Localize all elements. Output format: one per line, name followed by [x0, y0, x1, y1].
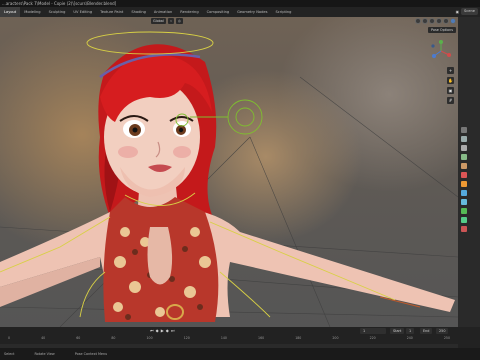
pan-hand-icon[interactable]: ✋ — [447, 77, 454, 84]
view-layer-icon[interactable] — [461, 154, 467, 160]
start-frame-field[interactable]: 1 — [406, 328, 415, 334]
properties-tabs — [461, 127, 467, 232]
tab-sculpting[interactable]: Sculpting — [45, 7, 70, 17]
status-bar: Select Rotate View Pose Context Menu — [0, 348, 480, 360]
tab-scripting[interactable]: Scripting — [271, 7, 295, 17]
ruler-tick: 250 — [443, 336, 450, 340]
tab-rendering[interactable]: Rendering — [176, 7, 202, 17]
current-frame-field[interactable]: 1 — [360, 328, 386, 334]
character-render — [0, 31, 458, 327]
navigation-gizmo[interactable] — [430, 40, 452, 62]
ruler-tick: 220 — [369, 336, 376, 340]
orientation-dropdown[interactable]: Global — [151, 18, 166, 24]
output-icon[interactable] — [461, 145, 467, 151]
scene-icon: ▣ — [455, 9, 460, 14]
ruler-tick: 40 — [41, 336, 46, 340]
ruler-tick: 180 — [295, 336, 302, 340]
constraint-icon[interactable] — [461, 208, 467, 214]
ruler-tick: 120 — [183, 336, 190, 340]
proportional-icon[interactable]: ◎ — [175, 18, 183, 24]
tab-shading[interactable]: Shading — [127, 7, 150, 17]
camera-icon[interactable]: ▣ — [447, 87, 454, 94]
keyframe-next-icon[interactable]: ◆ — [166, 328, 169, 333]
solid-shading-icon[interactable] — [436, 18, 442, 24]
physics-icon[interactable] — [461, 199, 467, 205]
status-context-menu: Pose Context Menu — [74, 352, 108, 356]
object-icon[interactable] — [461, 181, 467, 187]
play-icon[interactable]: ▶ — [161, 328, 164, 333]
xray-icon[interactable] — [422, 18, 428, 24]
render-icon[interactable] — [461, 136, 467, 142]
ruler-tick: 80 — [111, 336, 116, 340]
keyframe-prev-icon[interactable]: ◆ — [156, 328, 159, 333]
end-frame-label: End — [420, 328, 433, 334]
status-select: Select — [4, 352, 15, 356]
jump-start-icon[interactable]: ⏮ — [150, 328, 154, 333]
ruler-tick: 200 — [332, 336, 339, 340]
workspace-tab-bar: Layout Modeling Sculpting UV Editing Tex… — [0, 7, 480, 17]
playback-buttons: ⏮ ◆ ▶ ◆ ⏭ — [150, 328, 174, 333]
start-frame-label: Start — [390, 328, 405, 334]
ruler-tick: 140 — [220, 336, 227, 340]
wireframe-shading-icon[interactable] — [429, 18, 435, 24]
playback-controls: ⏮ ◆ ▶ ◆ ⏭ 1 Start 1 End 250 — [0, 327, 458, 335]
tab-texture-paint[interactable]: Texture Paint — [96, 7, 127, 17]
window-title: ...aracters\Pack 7\Model - Copie (2)\[sc… — [0, 0, 480, 7]
tab-layout[interactable]: Layout — [0, 7, 21, 17]
tool-icon[interactable] — [461, 127, 467, 133]
ruler-tick: 160 — [258, 336, 265, 340]
tab-compositing[interactable]: Compositing — [203, 7, 234, 17]
snap-icon[interactable]: ⌁ — [167, 18, 174, 24]
material-shading-icon[interactable] — [443, 18, 449, 24]
data-icon[interactable] — [461, 217, 467, 223]
zoom-icon[interactable]: + — [447, 67, 454, 74]
tab-modeling[interactable]: Modeling — [20, 7, 44, 17]
world-icon[interactable] — [461, 172, 467, 178]
tab-geometry-nodes[interactable]: Geometry Nodes — [233, 7, 271, 17]
3d-viewport[interactable]: Global ⌁ ◎ Pose Options + ✋ ▣ # — [0, 17, 458, 327]
frame-ruler[interactable]: 0 40 60 80 100 120 140 160 180 200 220 2… — [0, 336, 458, 344]
jump-end-icon[interactable]: ⏭ — [171, 328, 175, 333]
ruler-tick: 0 — [8, 336, 11, 340]
end-frame-field[interactable]: 250 — [436, 328, 449, 334]
scene-props-icon[interactable] — [461, 163, 467, 169]
scene-name[interactable]: Scene — [461, 8, 478, 15]
modifier-icon[interactable] — [461, 190, 467, 196]
pose-options-button[interactable]: Pose Options — [427, 27, 456, 33]
status-rotate-view: Rotate View — [34, 352, 55, 356]
viewport-header: Global ⌁ ◎ — [0, 17, 458, 26]
viewport-shading-controls — [415, 18, 456, 24]
ruler-tick: 240 — [406, 336, 413, 340]
transform-orientation[interactable]: Global ⌁ ◎ — [150, 18, 183, 24]
tab-animation[interactable]: Animation — [150, 7, 176, 17]
ruler-tick: 100 — [146, 336, 153, 340]
overlay-icon[interactable] — [415, 18, 421, 24]
material-icon[interactable] — [461, 226, 467, 232]
perspective-grid-icon[interactable]: # — [447, 97, 454, 104]
scene-selector[interactable]: ▣ Scene — [456, 8, 478, 15]
ruler-tick: 60 — [76, 336, 81, 340]
properties-sidebar — [458, 17, 480, 327]
tab-uv-editing[interactable]: UV Editing — [69, 7, 96, 17]
viewport-nav-tools: + ✋ ▣ # — [447, 67, 454, 104]
rendered-shading-icon[interactable] — [450, 18, 456, 24]
